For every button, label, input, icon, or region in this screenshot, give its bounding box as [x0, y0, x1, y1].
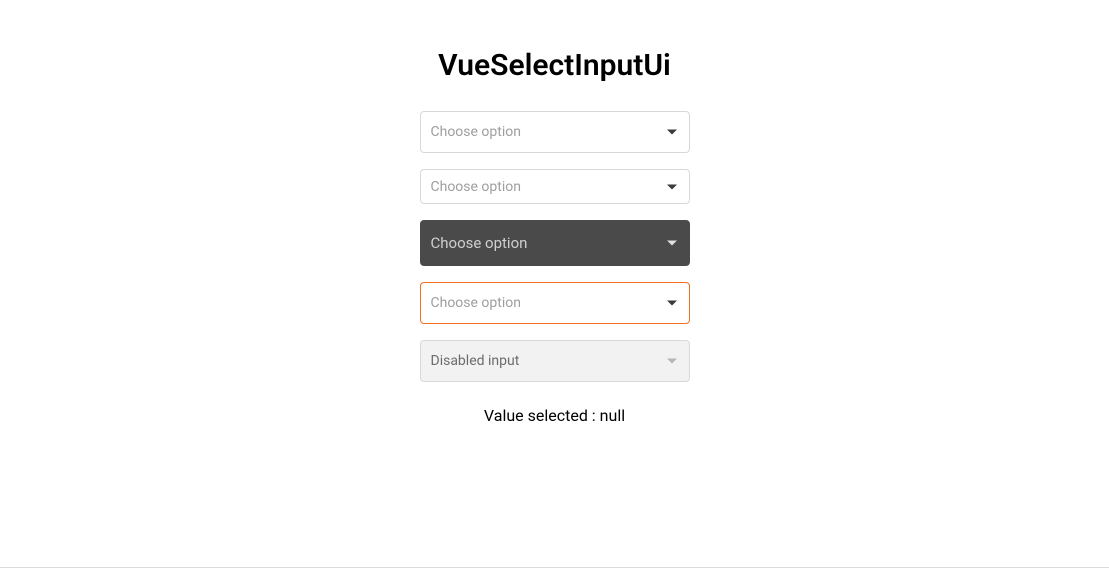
select-placeholder: Choose option [431, 124, 521, 140]
chevron-down-icon [667, 241, 677, 246]
select-input-dark[interactable]: Choose option [420, 220, 690, 266]
select-input-default[interactable]: Choose option [420, 111, 690, 153]
chevron-down-icon [667, 130, 677, 135]
select-accent: Choose option [420, 282, 690, 324]
status-value: null [600, 406, 625, 425]
page-title: VueSelectInputUi [438, 48, 671, 83]
select-default: Choose option [420, 111, 690, 153]
select-input-small[interactable]: Choose option [420, 169, 690, 204]
select-placeholder: Disabled input [431, 353, 520, 369]
select-placeholder: Choose option [431, 179, 521, 195]
status-text: Value selected : null [484, 406, 625, 425]
main-container: VueSelectInputUi Choose option Choose op… [0, 0, 1109, 425]
chevron-down-icon [667, 359, 677, 364]
select-dark: Choose option [420, 220, 690, 266]
select-input-disabled: Disabled input [420, 340, 690, 382]
select-input-accent[interactable]: Choose option [420, 282, 690, 324]
select-small: Choose option [420, 169, 690, 204]
select-placeholder: Choose option [431, 234, 528, 252]
chevron-down-icon [667, 301, 677, 306]
status-label: Value selected : [484, 406, 600, 425]
chevron-down-icon [667, 184, 677, 189]
select-disabled: Disabled input [420, 340, 690, 382]
select-placeholder: Choose option [431, 295, 521, 311]
